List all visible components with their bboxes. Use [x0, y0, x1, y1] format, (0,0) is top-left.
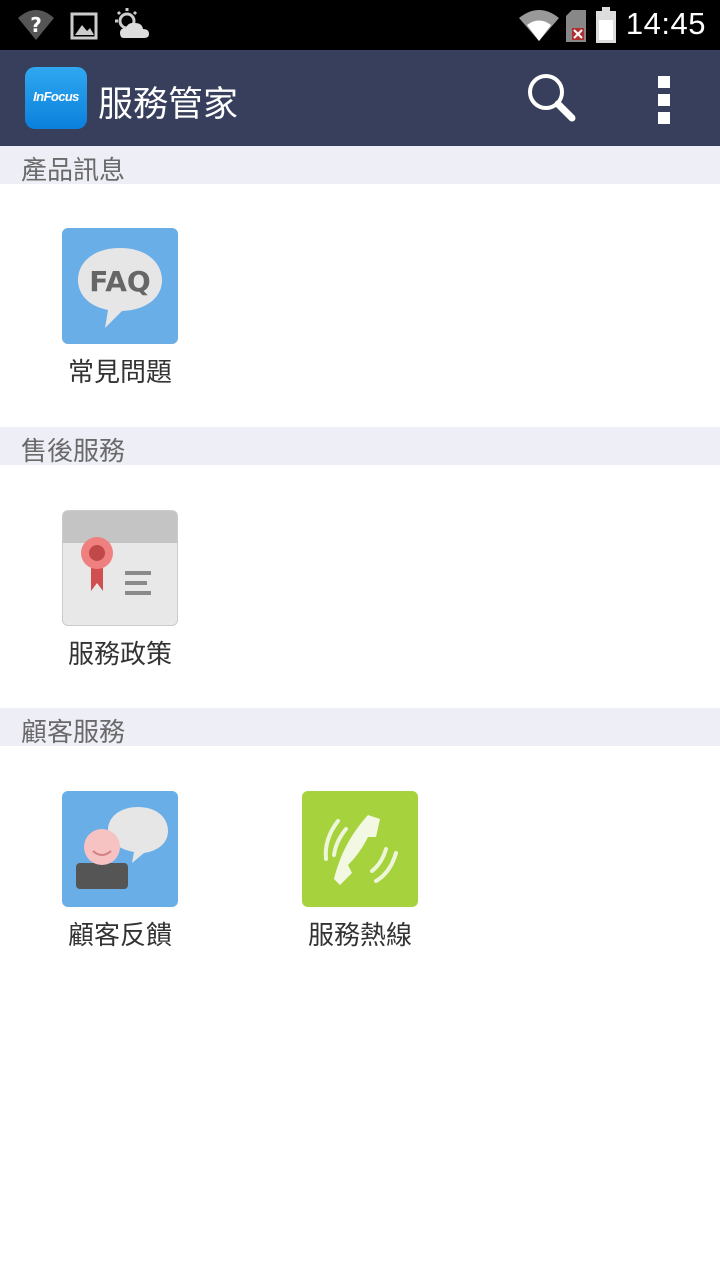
certificate-icon — [62, 510, 178, 626]
image-notification-icon — [70, 12, 98, 40]
search-icon[interactable] — [520, 70, 584, 126]
section-title: 產品訊息 — [21, 156, 126, 186]
status-bar: ? 14:45 — [0, 0, 720, 50]
app-title: 服務管家 — [98, 85, 239, 125]
faq-label: 常見問題 — [67, 358, 172, 388]
section-title: 顧客服務 — [21, 718, 126, 748]
action-bar: InFocus 服務管家 — [0, 50, 720, 146]
feedback-icon — [62, 791, 178, 907]
wifi-signal-icon — [519, 10, 559, 41]
svg-text:FAQ: FAQ — [89, 265, 150, 298]
overflow-menu-icon[interactable] — [640, 72, 688, 128]
no-sim-icon — [566, 10, 586, 42]
faq-tile[interactable]: FAQ 常見問題 — [40, 228, 200, 398]
phone-icon — [302, 791, 418, 907]
section-title: 售後服務 — [21, 437, 126, 467]
feedback-tile[interactable]: 顧客反饋 — [40, 791, 200, 961]
hotline-label: 服務熱線 — [307, 921, 412, 951]
faq-icon: FAQ — [62, 228, 178, 344]
weather-icon — [115, 8, 149, 38]
app-logo-text: InFocus — [33, 89, 79, 104]
section-header-after-sales: 售後服務 — [0, 427, 720, 467]
feedback-label: 顧客反饋 — [67, 921, 172, 951]
hotline-tile[interactable]: 服務熱線 — [280, 791, 440, 961]
section-header-customer-service: 顧客服務 — [0, 708, 720, 748]
app-logo[interactable]: InFocus — [25, 67, 87, 129]
service-policy-label: 服務政策 — [67, 640, 172, 670]
battery-icon — [596, 7, 616, 43]
svg-text:?: ? — [30, 13, 42, 37]
service-policy-tile[interactable]: 服務政策 — [40, 510, 200, 680]
wifi-unknown-icon: ? — [18, 10, 54, 40]
status-time: 14:45 — [625, 6, 706, 41]
section-header-product-info: 產品訊息 — [0, 146, 720, 186]
